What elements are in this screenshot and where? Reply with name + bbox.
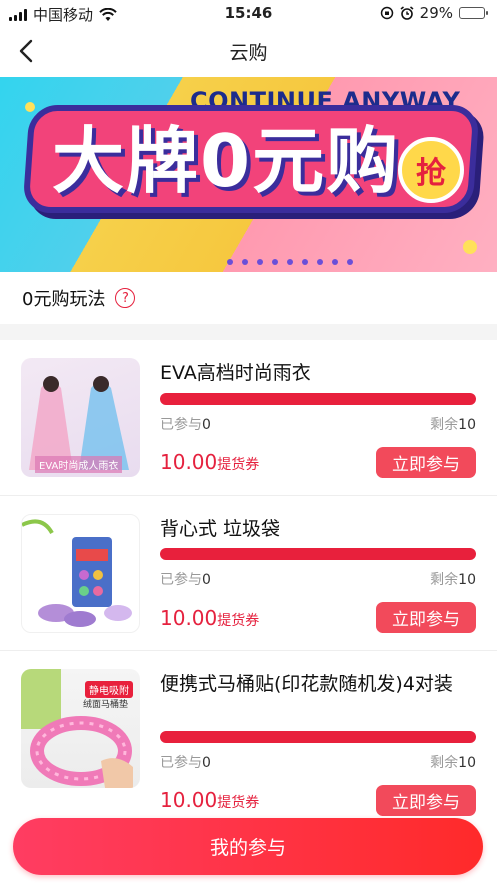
joined-count: 已参与0	[160, 755, 211, 771]
remain-count: 剩余10	[430, 755, 476, 771]
remain-count: 剩余10	[430, 417, 476, 433]
banner-badge: 抢	[398, 137, 464, 203]
item-title: EVA高档时尚雨衣	[160, 362, 311, 384]
product-image-garbage-bag	[21, 514, 140, 633]
remain-count: 剩余10	[430, 572, 476, 588]
page-title: 云购	[229, 42, 268, 64]
item-price: 10.00提货券	[160, 606, 260, 630]
joined-count: 已参与0	[160, 572, 211, 588]
help-icon[interactable]: ?	[115, 288, 136, 308]
section-divider	[0, 324, 497, 340]
list-item[interactable]: EVA时尚成人雨衣 EVA高档时尚雨衣 已参与0 剩余10 10.00提货券 立…	[0, 340, 497, 495]
howto-row[interactable]: 0元购玩法 ?	[0, 272, 497, 324]
battery-icon	[459, 7, 488, 19]
howto-label: 0元购玩法	[22, 289, 106, 310]
item-price: 10.00提货券	[160, 450, 260, 474]
item-title: 背心式 垃圾袋	[160, 518, 281, 540]
status-bar: 中国移动 15:46 29%	[0, 0, 497, 26]
join-button[interactable]: 立即参与	[376, 447, 476, 478]
product-image-toilet-seat: 静电吸附 绒面马桶垫	[21, 669, 140, 788]
alarm-icon	[400, 6, 414, 20]
nav-bar: 云购	[0, 26, 497, 76]
progress-bar	[160, 548, 476, 560]
join-button[interactable]: 立即参与	[376, 602, 476, 633]
promo-banner[interactable]: CONTINUE ANYWAY 大牌0元购 抢	[0, 77, 497, 272]
status-right: 29%	[380, 4, 488, 22]
image-caption-secondary: 绒面马桶垫	[83, 700, 129, 710]
progress-bar	[160, 731, 476, 743]
progress-bar	[160, 393, 476, 405]
image-caption: EVA时尚成人雨衣	[35, 456, 123, 473]
joined-count: 已参与0	[160, 417, 211, 433]
list-item[interactable]: 背心式 垃圾袋 已参与0 剩余10 10.00提货券 立即参与	[0, 496, 497, 650]
list-item[interactable]: 静电吸附 绒面马桶垫 便携式马桶贴(印花款随机发)4对装 已参与0 剩余10 1…	[0, 651, 497, 821]
image-caption: 静电吸附	[85, 681, 133, 698]
item-price: 10.00提货券	[160, 788, 260, 812]
my-participation-button[interactable]: 我的参与	[13, 818, 483, 875]
garbage-bag-illustration	[22, 519, 132, 627]
join-button[interactable]: 立即参与	[376, 785, 476, 816]
banner-headline-cn: 大牌0元购	[52, 119, 401, 203]
battery-percent: 29%	[419, 4, 453, 22]
orientation-lock-icon	[380, 6, 393, 20]
product-image-raincoat: EVA时尚成人雨衣	[21, 358, 140, 477]
item-title: 便携式马桶贴(印花款随机发)4对装	[160, 673, 453, 695]
